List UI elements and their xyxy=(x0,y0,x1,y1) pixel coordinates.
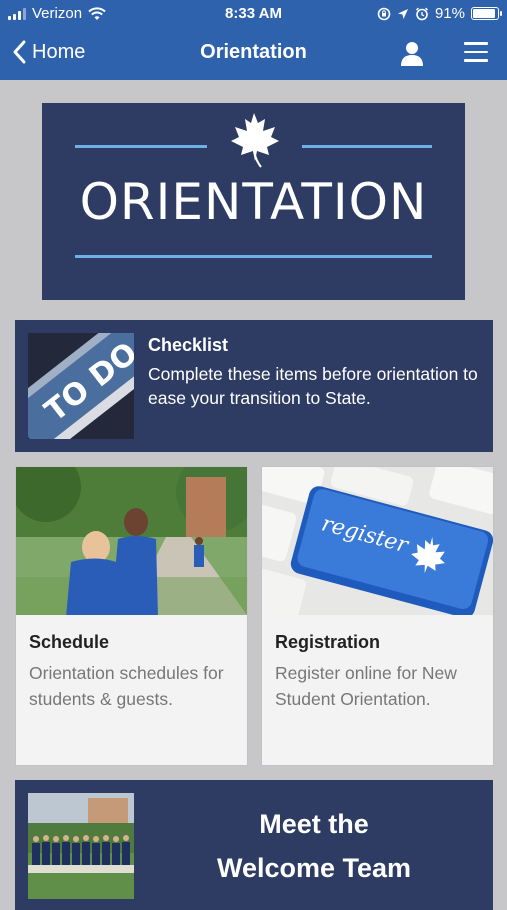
welcome-team-photo xyxy=(28,793,134,899)
orientation-banner: ORIENTATION xyxy=(42,103,465,300)
registration-title: Registration xyxy=(275,632,381,652)
status-right: 91% xyxy=(377,5,502,22)
schedule-tile[interactable]: Schedule Orientation schedules for stude… xyxy=(15,466,248,766)
menu-icon[interactable] xyxy=(464,42,488,64)
banner-divider xyxy=(75,145,207,148)
schedule-photo xyxy=(16,467,247,615)
battery-percent: 91% xyxy=(434,5,465,22)
schedule-description: Orientation schedules for students & gue… xyxy=(29,663,224,709)
back-label: Home xyxy=(32,40,86,63)
chevron-left-icon xyxy=(13,40,26,64)
profile-icon[interactable] xyxy=(400,40,424,68)
registration-photo: register xyxy=(262,467,493,615)
banner-title: ORIENTATION xyxy=(79,173,428,231)
checklist-description: Complete these items before orientation … xyxy=(148,364,478,408)
banner-divider xyxy=(302,145,432,148)
checklist-card[interactable]: TO DO Checklist Complete these items bef… xyxy=(15,320,493,452)
schedule-title: Schedule xyxy=(29,632,110,652)
registration-description: Register online for New Student Orientat… xyxy=(275,663,457,709)
welcome-team-card[interactable]: Meet the Welcome Team xyxy=(15,780,493,910)
rotation-lock-icon xyxy=(377,7,391,20)
checklist-title: Checklist xyxy=(148,335,229,355)
alarm-icon xyxy=(415,7,428,20)
back-button[interactable]: Home xyxy=(12,40,85,64)
welcome-title-line1: Meet the xyxy=(259,809,369,839)
status-bar: Verizon 8:33 AM 91% xyxy=(0,0,507,28)
welcome-title-line2: Welcome Team xyxy=(216,853,412,883)
battery-icon xyxy=(471,7,502,20)
welcome-team-title: Meet the Welcome Team xyxy=(145,802,483,890)
maple-leaf-icon xyxy=(231,113,279,168)
location-arrow-icon xyxy=(397,8,408,19)
banner-divider xyxy=(75,255,432,258)
registration-tile[interactable]: register Registration Register online fo… xyxy=(261,466,494,766)
checklist-thumbnail: TO DO xyxy=(28,333,134,439)
nav-bar: Home Orientation xyxy=(0,28,507,80)
